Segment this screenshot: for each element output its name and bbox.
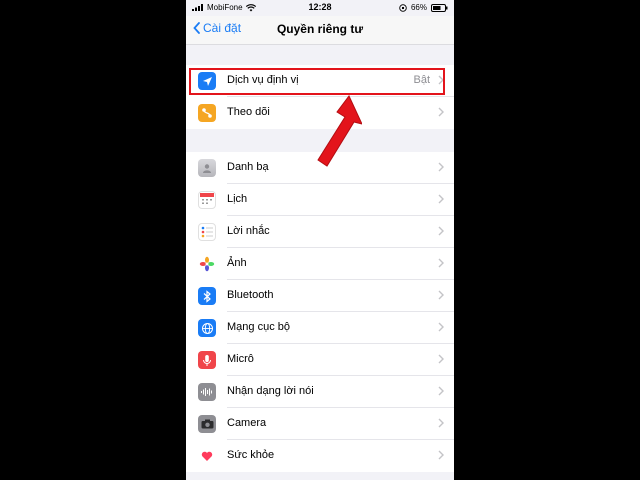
microphone-row[interactable]: Micrô [186, 344, 454, 376]
bluetooth-icon [198, 287, 216, 305]
row-label: Camera [227, 417, 267, 429]
reminders-icon [198, 223, 216, 241]
globe-icon [198, 319, 216, 337]
chevron-right-icon [438, 162, 444, 172]
bluetooth-row[interactable]: Bluetooth [186, 280, 454, 312]
battery-icon [431, 3, 448, 12]
status-bar: MobiFone 12:28 66% [186, 0, 454, 16]
red-arrow-icon [317, 95, 362, 167]
chevron-right-icon [438, 226, 444, 236]
chevron-right-icon [438, 354, 444, 364]
chevron-right-icon [438, 290, 444, 300]
row-label: Theo dõi [227, 106, 270, 118]
page-title: Quyền riêng tư [276, 22, 364, 36]
orientation-lock-icon [399, 3, 407, 12]
chevron-right-icon [438, 194, 444, 204]
highlight-box [189, 68, 445, 95]
row-label: Danh bạ [227, 161, 269, 173]
row-label: Micrô [227, 353, 254, 365]
chevron-right-icon [438, 450, 444, 460]
calendar-icon [198, 191, 216, 209]
contacts-icon [198, 159, 216, 177]
app-permissions-group: Danh bạ Lịch Lời nhắc Ảnh Bluetooth Mạng… [186, 152, 454, 472]
chevron-right-icon [438, 258, 444, 268]
local-network-row[interactable]: Mạng cục bộ [186, 312, 454, 344]
microphone-icon [198, 351, 216, 369]
reminders-row[interactable]: Lời nhắc [186, 216, 454, 248]
speech-recognition-row[interactable]: Nhận dạng lời nói [186, 376, 454, 408]
row-label: Lời nhắc [227, 225, 270, 237]
tracking-icon [198, 104, 216, 122]
photos-row[interactable]: Ảnh [186, 248, 454, 280]
speech-waveform-icon [198, 383, 216, 401]
camera-row[interactable]: Camera [186, 408, 454, 440]
health-heart-icon [198, 447, 216, 465]
row-label: Ảnh [227, 257, 247, 269]
navigation-bar: Cài đặt Quyền riêng tư [186, 16, 454, 45]
calendar-row[interactable]: Lịch [186, 184, 454, 216]
row-label: Nhận dạng lời nói [227, 385, 314, 397]
camera-icon [198, 415, 216, 433]
row-label: Bluetooth [227, 289, 274, 301]
chevron-right-icon [438, 322, 444, 332]
chevron-right-icon [438, 418, 444, 428]
status-right: 66% [399, 3, 448, 12]
photos-icon [198, 255, 216, 273]
chevron-right-icon [438, 386, 444, 396]
row-label: Lịch [227, 193, 248, 205]
row-label: Sức khỏe [227, 449, 275, 461]
row-label: Mạng cục bộ [227, 321, 290, 333]
battery-percent: 66% [410, 3, 427, 12]
health-row[interactable]: Sức khỏe [186, 440, 454, 472]
chevron-right-icon [438, 107, 444, 117]
